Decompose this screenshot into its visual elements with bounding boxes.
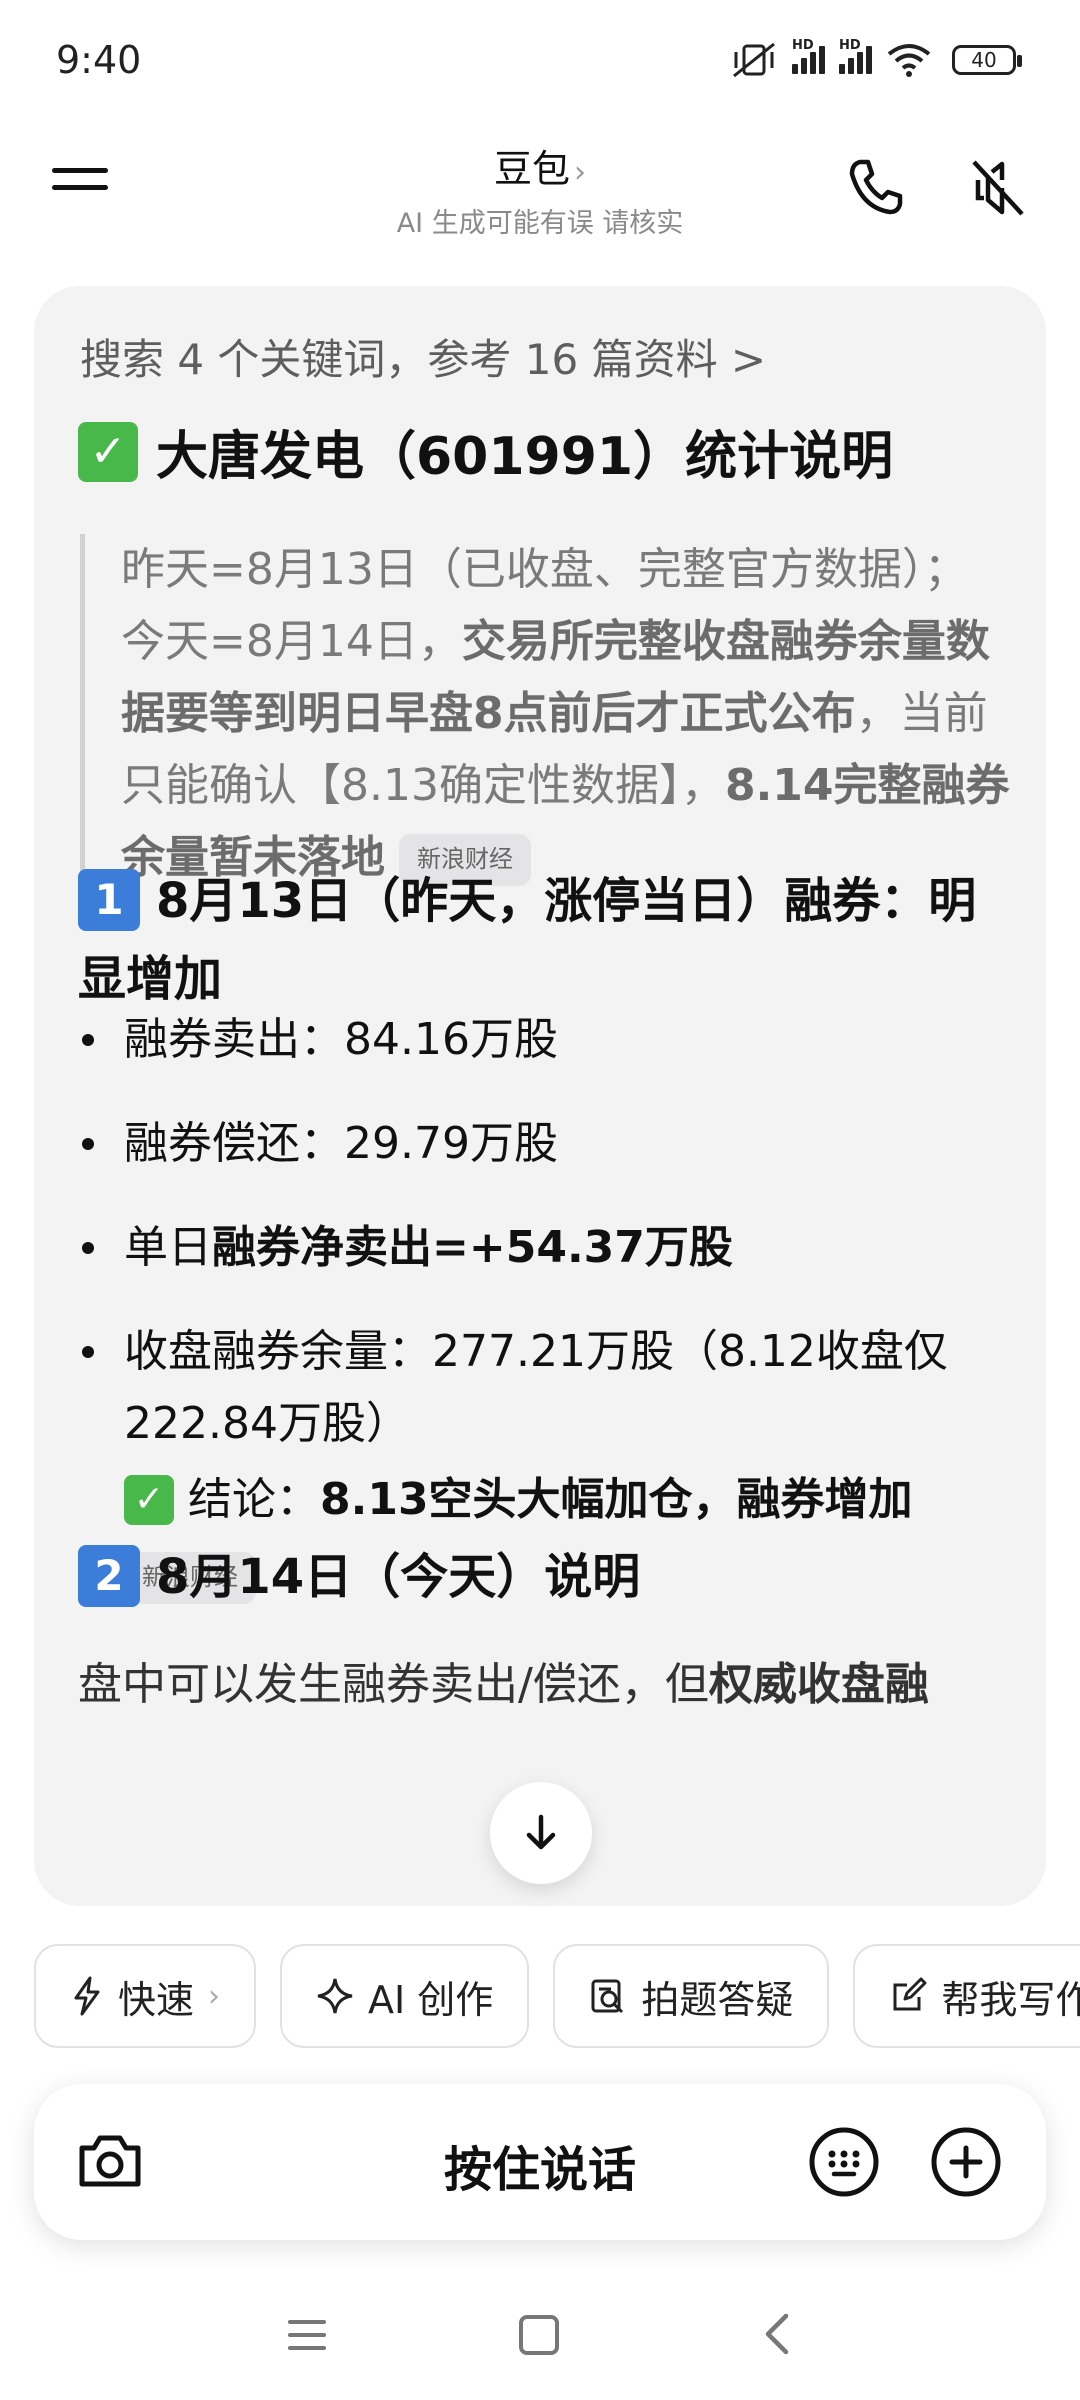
back-button[interactable] [750,2306,806,2362]
bolt-icon [74,1976,100,2016]
phone-icon [849,159,903,215]
menu-lines-icon [288,2320,326,2350]
vibrate-off-icon [733,42,775,78]
hold-to-talk-button[interactable]: 按住说话 [34,2130,1046,2200]
chevron-right-icon: › [208,1978,221,2014]
quick-action-ai-create[interactable]: AI 创作 [280,1944,530,2048]
sparkle-icon [317,1978,353,2014]
check-mark-icon: ✓ [124,1475,174,1525]
add-button[interactable] [928,2124,1004,2200]
check-mark-icon: ✓ [78,421,138,482]
battery-level: 40 [971,48,997,72]
recent-apps-button[interactable] [282,2310,332,2360]
blockquote: 昨天=8月13日（已收盘、完整官方数据）；今天=8月14日，交易所完整收盘融券余… [80,534,1010,894]
chat-title: 豆包 [493,147,570,191]
chevron-left-icon [765,2313,789,2355]
quick-actions-row: 快速 › AI 创作 拍题答疑 帮我写作 [34,1944,1080,2048]
message-heading: ✓ 大唐发电（601991）统计说明 [78,414,893,489]
status-time: 9:40 [56,38,142,82]
conclusion-text: 8.13空头大幅加仓，融券增加 [320,1474,913,1525]
list-item: 融券卖出：84.16万股 [78,1004,1028,1076]
square-icon [519,2315,559,2355]
chat-header: 豆包 › AI 生成可能有误 请核实 [0,120,1080,260]
wifi-icon [887,44,931,77]
list-item: 单日融券净卖出=+54.37万股 [78,1212,1028,1284]
chat-subtitle: AI 生成可能有误 请核实 [396,208,684,239]
signal-1-icon: HD [792,38,825,74]
speaker-off-icon [972,160,1024,216]
status-bar: 9:40 HD HD 40 [0,0,1080,120]
keyboard-icon [809,2127,879,2197]
ai-message-card: 搜索 4 个关键词，参考 16 篇资料 > ✓ 大唐发电（601991）统计说明… [34,286,1046,1906]
quick-action-help-write[interactable]: 帮我写作 [853,1944,1080,2048]
phone-call-button[interactable] [840,152,910,222]
edit-icon [893,1977,927,2011]
photo-search-icon [591,1979,624,2014]
chat-title-area[interactable]: 豆包 › AI 生成可能有误 请核实 [0,138,1080,240]
battery-indicator: 40 [952,45,1022,75]
system-nav-bar [0,2290,1080,2380]
conclusion-line: ✓ 结论： 8.13空头大幅加仓，融券增加 [124,1464,1028,1536]
signal-2-icon: HD [839,38,872,74]
quick-action-fast[interactable]: 快速 › [34,1944,257,2048]
conclusion-label: 结论： [188,1474,320,1525]
plus-circle-icon [931,2127,1001,2197]
status-icons: HD HD 40 [730,38,1022,80]
partial-paragraph: 盘中可以发生融券卖出/偿还，但权威收盘融 [78,1659,929,1710]
section-2-heading: 2 8月14日（今天）说明 [78,1538,1018,1616]
list-item: 融券偿还：29.79万股 [78,1108,1028,1180]
chevron-right-icon: › [574,155,586,190]
home-button[interactable] [512,2308,566,2362]
number-badge-2: 2 [78,1545,140,1607]
input-bar: 按住说话 [34,2084,1046,2240]
speaker-mute-button[interactable] [962,152,1032,222]
section-1-heading: 1 8月13日（昨天，涨停当日）融券：明显增加 [78,862,1018,1018]
quick-action-photo-question[interactable]: 拍题答疑 [553,1944,830,2048]
search-sources-link[interactable]: 搜索 4 个关键词，参考 16 篇资料 > [80,326,766,387]
number-badge-1: 1 [78,869,140,931]
arrow-down-icon [526,1814,556,1850]
keyboard-button[interactable] [806,2124,882,2200]
scroll-to-bottom-button[interactable] [490,1782,592,1884]
